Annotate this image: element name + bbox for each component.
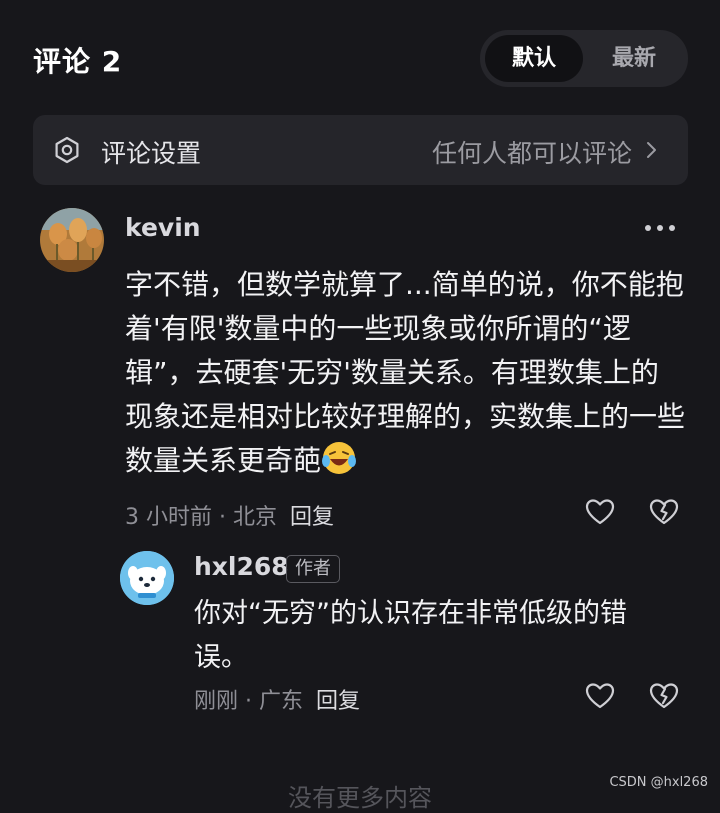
reply-username[interactable]: hxl268 bbox=[194, 552, 289, 581]
meta-separator: · bbox=[245, 689, 260, 714]
reply-button[interactable]: 回复 bbox=[316, 689, 360, 714]
comment-meta: 3 小时前 · 北京 回复 bbox=[125, 499, 334, 531]
dislike-heart-icon[interactable] bbox=[648, 496, 680, 528]
more-icon[interactable] bbox=[641, 218, 681, 238]
avatar[interactable] bbox=[120, 551, 174, 605]
tulip-photo-avatar bbox=[40, 208, 104, 272]
cartoon-dog-avatar bbox=[120, 551, 174, 605]
reply-meta: 刚刚 · 广东 回复 bbox=[194, 683, 360, 715]
reply-time: 刚刚 bbox=[194, 689, 239, 714]
comment-time: 3 小时前 bbox=[125, 505, 212, 530]
chevron-right-icon bbox=[647, 142, 656, 158]
author-badge: 作者 bbox=[286, 555, 340, 583]
comments-header: 评论 2 默认 最新 bbox=[0, 0, 720, 110]
settings-icon bbox=[55, 136, 79, 164]
sort-newest-button[interactable]: 最新 bbox=[585, 35, 683, 82]
comment-username[interactable]: kevin bbox=[125, 213, 201, 242]
heart-icon[interactable] bbox=[584, 496, 616, 528]
comment-settings-row[interactable]: 评论设置 任何人都可以评论 bbox=[33, 115, 688, 185]
laughing-tears-emoji bbox=[322, 442, 357, 474]
dislike-heart-icon[interactable] bbox=[648, 680, 680, 712]
reply-text: 你对“无穷”的认识存在非常低级的错误。 bbox=[194, 598, 627, 673]
meta-separator: · bbox=[219, 505, 233, 530]
comment-location: 北京 bbox=[233, 505, 278, 530]
comment-permission-value: 任何人都可以评论 bbox=[431, 139, 632, 168]
reply-location: 广东 bbox=[259, 689, 304, 714]
comment-body: 字不错，但数学就算了...简单的说，你不能抱着'有限'数量中的一些现象或你所谓的… bbox=[125, 268, 686, 477]
sort-default-button[interactable]: 默认 bbox=[485, 35, 583, 82]
heart-icon[interactable] bbox=[584, 680, 616, 712]
reply-button[interactable]: 回复 bbox=[290, 505, 334, 530]
sort-toggle: 默认 最新 bbox=[480, 30, 688, 87]
comment-settings-label: 评论设置 bbox=[101, 139, 202, 168]
comment-text: 字不错，但数学就算了...简单的说，你不能抱着'有限'数量中的一些现象或你所谓的… bbox=[125, 263, 685, 483]
comments-title: 评论 2 bbox=[33, 45, 123, 78]
watermark: CSDN @hxl268 bbox=[609, 775, 708, 790]
avatar[interactable] bbox=[40, 208, 104, 272]
